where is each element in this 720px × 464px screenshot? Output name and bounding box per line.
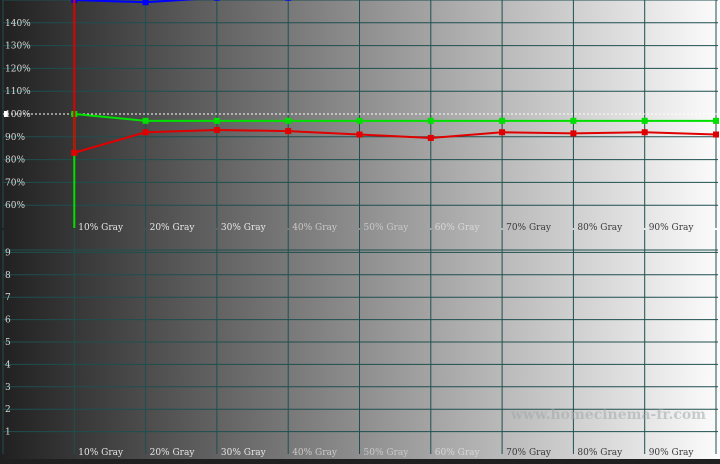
upper-y-tick-label: 80% [5,156,25,166]
upper-y-tick-label: 90% [5,133,25,143]
red-data-point [71,149,78,156]
upper-y-tick-label: 110% [5,87,31,97]
green-data-point [641,117,648,124]
upper-x-tick-label: 50% Gray [364,223,410,233]
upper-y-tick-label: 100% [5,110,31,120]
red-data-point [142,129,149,136]
green-data-point [713,117,719,124]
green-data-point [499,117,506,124]
green-data-point [213,117,220,124]
red-data-point [713,131,719,138]
upper-y-tick-label: 130% [5,42,31,52]
blue-data-point [213,0,220,1]
upper-x-tick-label: 80% Gray [577,223,623,233]
blue-data-point [285,0,292,1]
red-data-point [570,130,577,137]
chart-canvas: 60% 70% 80% 90% 100% 110% 120% 130% 140% 1 2 3 4 5 6 7… [0,0,720,459]
green-data-point [285,117,292,124]
green-data-point [570,117,577,124]
lower-y-tick-label: 9 [5,248,11,258]
red-data-point [213,126,220,133]
upper-x-tick-label: 20% Gray [150,223,196,233]
upper-x-tick-label: 60% Gray [435,223,481,233]
lower-y-tick-label: 7 [5,293,11,303]
red-data-point [499,129,506,136]
lower-x-tick-labels: 10% Gray 20% Gray 30% Gray 40% Gray 50% Gray… [78,448,694,458]
lower-y-tick-label: 1 [5,428,11,438]
lower-x-tick-label: 50% Gray [364,448,410,458]
lower-y-tick-label: 4 [5,360,11,370]
lower-x-tick-label: 80% Gray [577,448,623,458]
upper-y-tick-label: 60% [5,201,25,211]
lower-y-tick-label: 2 [5,405,11,415]
lower-x-tick-label: 90% Gray [649,448,695,458]
upper-y-tick-label: 70% [5,178,25,188]
lower-y-tick-label: 5 [5,338,11,348]
lower-x-tick-label: 40% Gray [292,448,338,458]
lower-x-tick-label: 30% Gray [221,448,267,458]
upper-x-tick-label: 90% Gray [649,223,695,233]
lower-x-tick-label: 70% Gray [506,448,552,458]
upper-x-tick-label: 70% Gray [506,223,552,233]
grayscale-rgb-balance-chart: 60% 70% 80% 90% 100% 110% 120% 130% 140% 1 2 3 4 5 6 7… [0,0,720,459]
upper-x-tick-labels: 10% Gray 20% Gray 30% Gray 40% Gray 50% Gray… [78,223,694,233]
watermark-text: www.homecinema-fr.com [510,407,706,423]
upper-y-tick-label: 140% [5,19,31,29]
red-data-point [427,134,434,141]
lower-y-tick-label: 6 [5,316,11,326]
red-data-point [356,131,363,138]
lower-x-tick-label: 20% Gray [150,448,196,458]
upper-y-tick-label: 120% [5,64,31,74]
upper-x-tick-label: 30% Gray [221,223,267,233]
green-data-point [427,117,434,124]
lower-x-tick-label: 10% Gray [78,448,124,458]
upper-x-tick-label: 10% Gray [78,223,124,233]
lower-y-tick-labels: 1 2 3 4 5 6 7 8 9 [5,248,11,437]
red-data-point [285,128,292,135]
blue-data-point [142,0,149,6]
lower-y-tick-label: 3 [5,383,11,393]
green-data-point [356,117,363,124]
lower-y-tick-label: 8 [5,271,11,281]
upper-x-tick-label: 40% Gray [292,223,338,233]
lower-x-tick-label: 60% Gray [435,448,481,458]
red-data-point [641,129,648,136]
green-data-point [142,117,149,124]
